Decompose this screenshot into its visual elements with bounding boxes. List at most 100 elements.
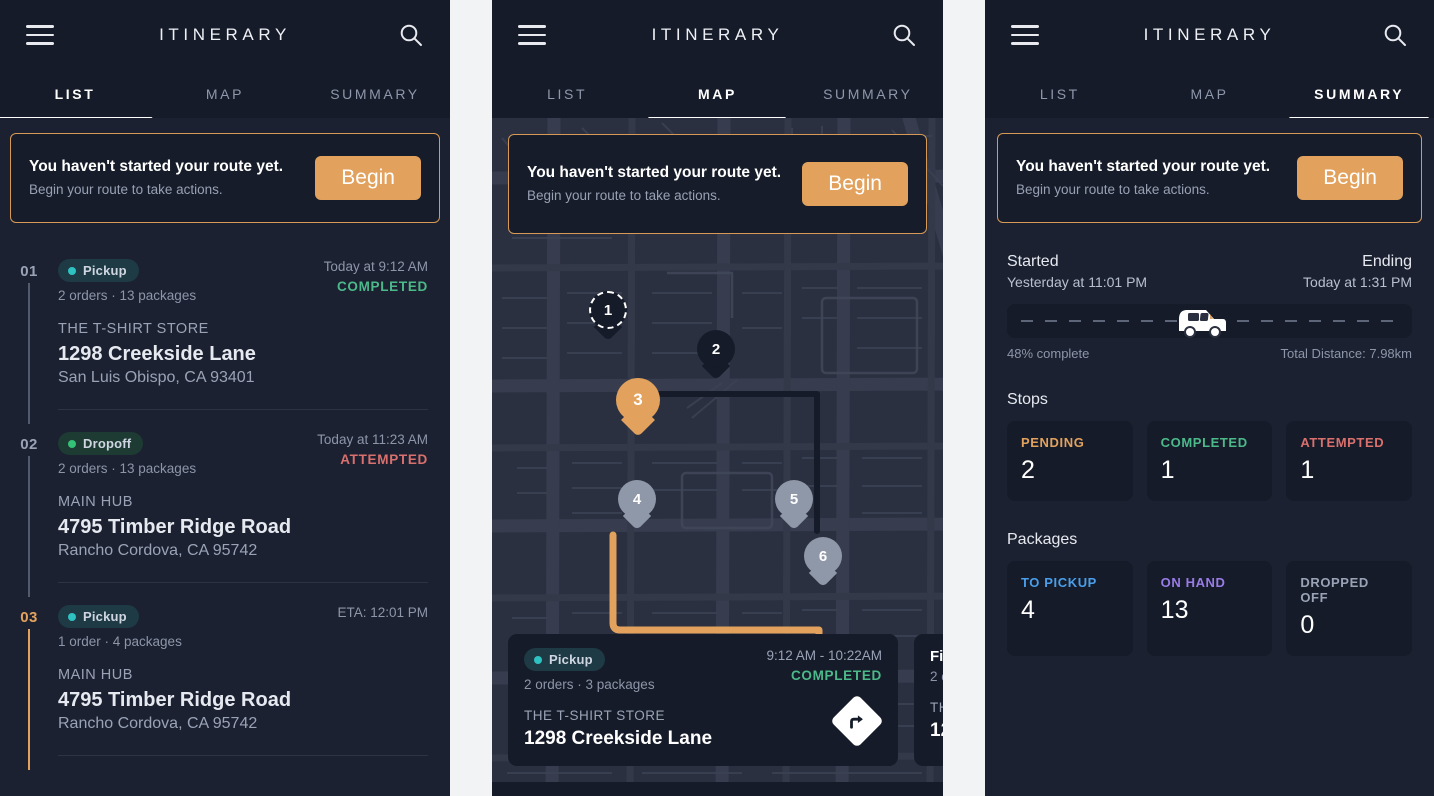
map-marker-5[interactable]: 5 [775,480,813,531]
stop-type-label: Dropoff [83,436,132,451]
map-marker-2[interactable]: 2 [697,330,735,381]
begin-button[interactable]: Begin [1297,156,1403,200]
map-stop-card-next[interactable]: Firs 2 o THE 129 [914,634,943,766]
route-not-started-banner: You haven't started your route yet. Begi… [508,134,927,234]
stop-type-badge: Pickup [58,259,139,282]
stat-card-completed[interactable]: COMPLETED 1 [1146,421,1273,501]
started-label: Started [1007,253,1059,270]
next-card-title: Firs [930,648,943,665]
stop-type-badge: Dropoff [58,432,144,455]
next-card-meta: 2 o [930,669,943,684]
stat-label: ON HAND [1160,575,1226,590]
stop-meta: 1 order · 4 packages [58,634,182,649]
stop-list: 01 Pickup 2 orders · 13 packages Today a… [0,237,450,770]
stat-label: ATTEMPTED [1300,435,1385,450]
address-line: 4795 Timber Ridge Road [58,516,292,538]
packages-section-title: Packages [1007,531,1078,548]
tab-list[interactable]: LIST [492,70,642,118]
page-title: ITINERARY [651,25,784,44]
stat-value: 1 [1300,456,1315,484]
tab-map[interactable]: MAP [150,70,300,118]
tab-list[interactable]: LIST [985,70,1135,118]
stat-card-attempted[interactable]: ATTEMPTED 1 [1286,421,1413,501]
stop-index: 03 [20,609,38,626]
map-marker-3[interactable]: 3 [616,378,660,437]
stat-card-pending[interactable]: PENDING 2 [1007,421,1133,501]
city-line: Rancho Cordova, CA 95742 [58,715,258,732]
address-line: 1298 Creekside Lane [58,343,256,365]
tab-bar: LIST MAP SUMMARY [492,70,943,118]
banner-title: You haven't started your route yet. [527,163,782,181]
search-icon[interactable] [891,22,917,48]
progress-percent-text: 48% complete [1007,346,1090,361]
city-line: Rancho Cordova, CA 95742 [58,542,258,559]
tab-map[interactable]: MAP [642,70,792,118]
status-badge: COMPLETED [790,668,882,683]
badge-dot-icon [68,266,76,275]
panel-summary-view: ITINERARY LIST MAP SUMMARY You haven't s… [985,0,1434,796]
tab-map[interactable]: MAP [1135,70,1285,118]
stop-index: 02 [20,436,38,453]
begin-button[interactable]: Begin [802,162,908,206]
route-not-started-banner: You haven't started your route yet. Begi… [10,133,440,223]
stop-time: Today at 9:12 AM [323,259,428,274]
route-banner-container: You haven't started your route yet. Begi… [508,134,927,234]
map-stop-card[interactable]: Pickup 2 orders · 3 packages 9:12 AM - 1… [508,634,898,766]
stat-label: COMPLETED [1160,435,1248,450]
status-badge: COMPLETED [336,279,428,294]
list-item[interactable]: 01 Pickup 2 orders · 13 packages Today a… [0,237,450,424]
store-name: THE T-SHIRT STORE [58,321,209,337]
map-marker-1[interactable]: 1 [589,291,627,342]
badge-dot-icon [534,655,542,664]
stop-time-window: 9:12 AM - 10:22AM [766,648,882,663]
app-bar: ITINERARY [492,0,943,70]
tab-summary[interactable]: SUMMARY [1284,70,1434,118]
page-title: ITINERARY [159,25,291,44]
tab-list[interactable]: LIST [0,70,150,118]
panel-map-view: ITINERARY LIST MAP SUMMARY 1 2 3 4 5 6 Y… [492,0,943,796]
stat-value: 2 [1021,456,1035,484]
stat-card-on-hand[interactable]: ON HAND 13 [1146,561,1273,656]
summary-body: You haven't started your route yet. Begi… [985,118,1434,796]
hamburger-menu-icon[interactable] [26,25,54,45]
list-item[interactable]: 02 Dropoff 2 orders · 13 packages Today … [0,410,450,597]
banner-subtitle: Begin your route to take actions. [1016,181,1210,197]
store-name: MAIN HUB [58,494,133,510]
stat-value: 4 [1021,596,1035,624]
panel-gap [450,0,492,796]
delivery-van-icon [1173,300,1229,347]
three-panel-screenshot: ITINERARY LIST MAP SUMMARY You haven't s… [0,0,1434,796]
row-divider [58,755,428,756]
progress-footer: 48% complete Total Distance: 7.98km [1007,346,1412,361]
tab-summary[interactable]: SUMMARY [300,70,450,118]
tab-bar: LIST MAP SUMMARY [0,70,450,118]
stat-card-dropped-off[interactable]: DROPPED OFF 0 [1286,561,1413,656]
route-not-started-banner: You haven't started your route yet. Begi… [997,133,1422,223]
store-name: THE T-SHIRT STORE [524,708,666,723]
map-marker-6[interactable]: 6 [804,537,842,588]
search-icon[interactable] [1382,22,1408,48]
map-marker-4[interactable]: 4 [618,480,656,531]
route-progress-bar [1007,304,1412,338]
tab-summary[interactable]: SUMMARY [793,70,943,118]
search-icon[interactable] [398,22,424,48]
started-value: Yesterday at 11:01 PM [1007,274,1148,290]
stat-label: TO PICKUP [1021,575,1097,590]
stat-card-to-pickup[interactable]: TO PICKUP 4 [1007,561,1133,656]
panel-gap [943,0,985,796]
app-bar: ITINERARY [985,0,1434,70]
stat-value: 1 [1160,456,1175,484]
next-card-store: THE [930,700,943,715]
hamburger-menu-icon[interactable] [1011,25,1039,45]
stops-stat-grid: PENDING 2 COMPLETED 1 ATTEMPTED 1 [1007,421,1413,501]
stop-time: Today at 11:23 AM [317,432,428,447]
stop-type-badge: Pickup [58,605,139,628]
page-title: ITINERARY [1143,25,1276,44]
hamburger-menu-icon[interactable] [518,25,546,45]
banner-subtitle: Begin your route to take actions. [29,181,223,197]
ending-label: Ending [1362,253,1412,270]
summary-content: Started Yesterday at 11:01 PM Ending Tod… [985,253,1434,656]
list-item[interactable]: 03 Pickup 1 order · 4 packages ETA: 12:0… [0,583,450,770]
stop-type-label: Pickup [83,263,127,278]
begin-button[interactable]: Begin [315,156,421,200]
